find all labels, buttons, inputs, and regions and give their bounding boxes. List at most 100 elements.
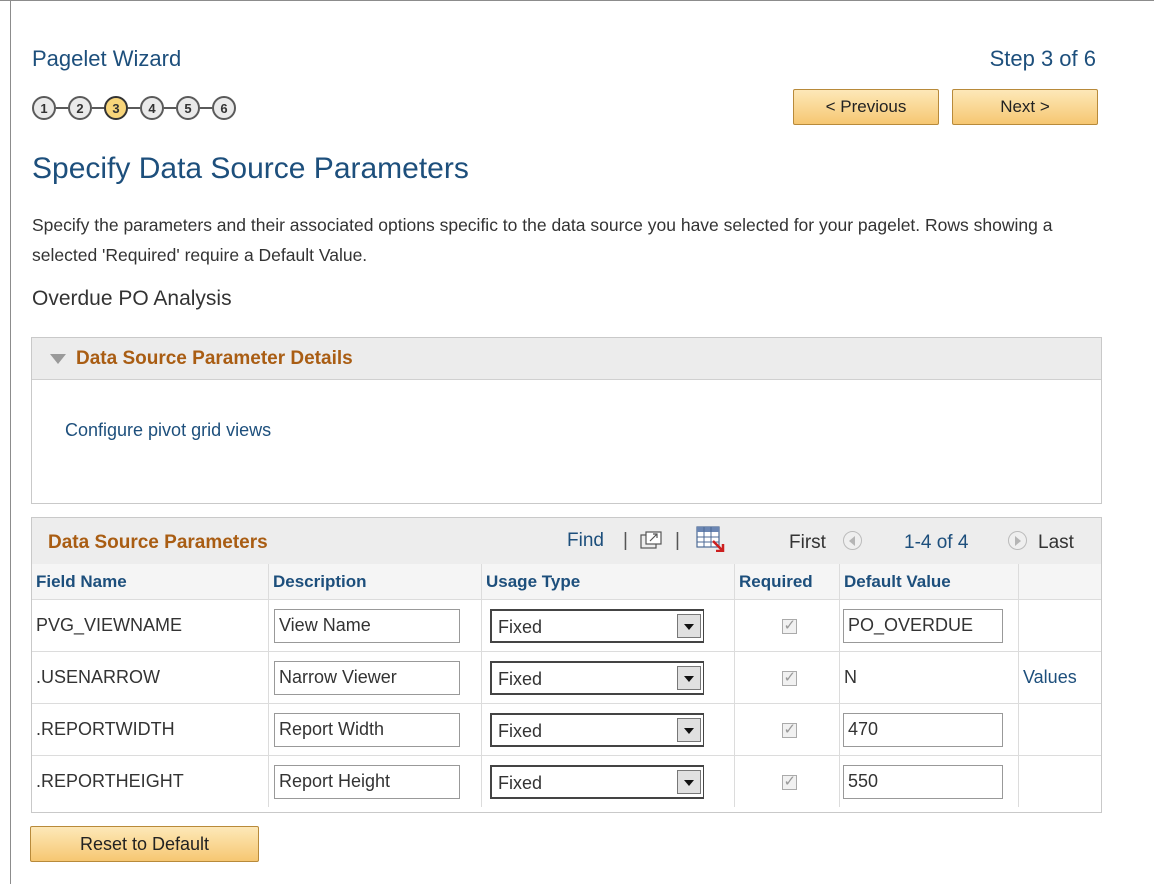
reset-to-default-button[interactable]: Reset to Default [30, 826, 259, 862]
usage-type-cell: Fixed [481, 651, 735, 704]
collapse-triangle-icon[interactable] [50, 353, 66, 364]
values-cell: Values [1018, 651, 1101, 704]
description-cell [268, 703, 482, 756]
previous-button[interactable]: < Previous [793, 89, 939, 125]
dropdown-arrow-icon[interactable] [677, 665, 701, 690]
column-header-actions [1018, 564, 1101, 600]
values-cell [1018, 703, 1101, 756]
default-value-input[interactable] [843, 712, 1003, 747]
table-row: .REPORTHEIGHT Fixed ✓ [32, 755, 1102, 808]
grid-title: Data Source Parameters [48, 532, 268, 553]
step-indicator-label: Step 3 of 6 [989, 46, 1096, 71]
field-name-cell: PVG_VIEWNAME [32, 599, 269, 652]
column-header-description: Description [268, 564, 482, 600]
next-button[interactable]: Next > [952, 89, 1098, 125]
usage-type-select[interactable]: Fixed [490, 660, 704, 695]
step-6-circle: 6 [212, 96, 236, 120]
page-title: Specify Data Source Parameters [32, 152, 469, 185]
default-value-cell: N [839, 651, 1019, 704]
column-header-required: Required [734, 564, 840, 600]
required-checkbox: ✓ [781, 668, 797, 686]
instructions-text: Specify the parameters and their associa… [32, 215, 1053, 265]
required-checkbox: ✓ [781, 772, 797, 790]
dropdown-arrow-icon[interactable] [677, 613, 701, 638]
parameter-details-header[interactable]: Data Source Parameter Details [32, 338, 1101, 380]
description-input[interactable] [274, 712, 460, 747]
description-cell [268, 755, 482, 807]
required-cell: ✓ [734, 703, 840, 756]
parameters-table: Field Name Description Usage Type Requir… [32, 564, 1101, 807]
separator: | [675, 530, 680, 551]
default-value-cell [839, 755, 1019, 807]
description-input[interactable] [274, 764, 460, 799]
frame-top-border [0, 0, 1154, 1]
default-value-input[interactable] [843, 608, 1003, 643]
description-cell [268, 651, 482, 704]
data-source-name: Overdue PO Analysis [32, 287, 232, 310]
parameter-details-title[interactable]: Data Source Parameter Details [76, 348, 353, 370]
table-row: .USENARROW Fixed ✓ N Values [32, 651, 1101, 704]
data-source-parameters-grid: Data Source Parameters Find | | First 1-… [31, 517, 1102, 813]
step-1-circle: 1 [32, 96, 56, 120]
step-connector [56, 107, 68, 109]
default-value-cell [839, 703, 1019, 756]
required-checkbox: ✓ [781, 720, 797, 738]
separator: | [623, 530, 628, 551]
column-header-field-name: Field Name [32, 564, 269, 600]
usage-type-value: Fixed [498, 668, 543, 689]
table-header-row: Field Name Description Usage Type Requir… [32, 564, 1101, 600]
usage-type-value: Fixed [498, 772, 543, 793]
field-name-cell: .USENARROW [32, 651, 269, 704]
download-excel-icon[interactable] [696, 526, 728, 552]
required-cell: ✓ [734, 599, 840, 652]
step-5-circle: 5 [176, 96, 200, 120]
find-link[interactable]: Find [567, 530, 604, 552]
values-cell [1018, 599, 1101, 652]
values-link[interactable]: Values [1023, 667, 1077, 687]
wizard-title: Pagelet Wizard [32, 46, 182, 71]
required-cell: ✓ [734, 651, 840, 704]
check-mark-icon: ✓ [783, 668, 797, 686]
column-header-default-value: Default Value [839, 564, 1019, 600]
required-checkbox: ✓ [781, 616, 797, 634]
column-header-usage-type: Usage Type [481, 564, 735, 600]
check-mark-icon: ✓ [783, 720, 797, 738]
usage-type-cell: Fixed [481, 755, 735, 807]
step-connector [200, 107, 212, 109]
previous-row-arrow-icon[interactable] [843, 531, 862, 550]
step-2-circle: 2 [68, 96, 92, 120]
usage-type-value: Fixed [498, 720, 543, 741]
values-cell [1019, 756, 1102, 808]
parameter-details-section: Data Source Parameter Details Configure … [31, 337, 1102, 504]
description-input[interactable] [274, 608, 460, 643]
usage-type-select[interactable]: Fixed [490, 712, 704, 747]
step-3-circle-active: 3 [104, 96, 128, 120]
usage-type-select[interactable]: Fixed [490, 608, 704, 643]
frame-left-border [10, 0, 11, 884]
usage-type-cell: Fixed [481, 703, 735, 756]
field-name-cell: .REPORTHEIGHT [32, 755, 269, 807]
check-mark-icon: ✓ [783, 616, 797, 634]
row-range-label: 1-4 of 4 [904, 532, 969, 553]
view-all-zoom-icon[interactable] [640, 531, 662, 549]
dropdown-arrow-icon[interactable] [677, 717, 701, 742]
step-progress: 1 2 3 4 5 6 [32, 96, 236, 120]
step-4-circle: 4 [140, 96, 164, 120]
step-connector [164, 107, 176, 109]
default-value-cell [839, 599, 1019, 652]
next-row-arrow-icon[interactable] [1008, 531, 1027, 550]
table-row: .REPORTWIDTH Fixed ✓ [32, 703, 1101, 756]
last-page-label: Last [1038, 532, 1074, 553]
field-name-cell: .REPORTWIDTH [32, 703, 269, 756]
grid-header-bar: Data Source Parameters Find | | First 1-… [32, 518, 1101, 564]
step-connector [128, 107, 140, 109]
description-input[interactable] [274, 660, 460, 695]
usage-type-cell: Fixed [481, 599, 735, 652]
check-mark-icon: ✓ [783, 772, 797, 790]
default-value-input[interactable] [843, 764, 1003, 799]
usage-type-select[interactable]: Fixed [490, 764, 704, 799]
first-page-label: First [789, 532, 826, 553]
step-connector [92, 107, 104, 109]
dropdown-arrow-icon[interactable] [677, 769, 701, 794]
configure-pivot-grid-link[interactable]: Configure pivot grid views [65, 420, 271, 441]
